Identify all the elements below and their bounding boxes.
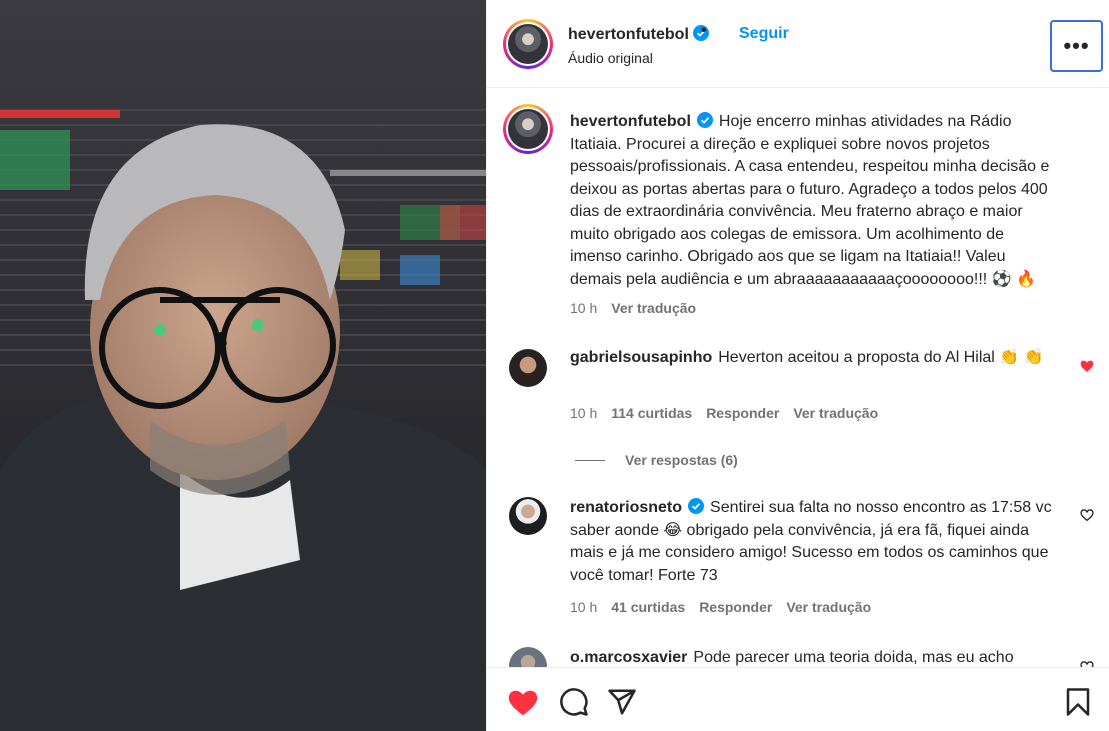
- replies-divider: [575, 459, 605, 461]
- comment-reply-link[interactable]: Responder: [699, 599, 772, 615]
- caption-text: Hoje encerro minhas atividades na Rádio …: [570, 113, 1050, 288]
- post-viewer: hevertonfutebol • Seguir Áudio original …: [0, 0, 1109, 731]
- post-details-panel: hevertonfutebol • Seguir Áudio original …: [486, 0, 1109, 731]
- comment-username[interactable]: gabrielsousapinho: [570, 349, 712, 366]
- comment-translate-link[interactable]: Ver tradução: [786, 599, 871, 615]
- view-replies-label[interactable]: Ver respostas (6): [625, 452, 738, 468]
- comment-username[interactable]: o.marcosxavier: [570, 649, 687, 666]
- comment-like-heart-icon[interactable]: [1079, 358, 1095, 374]
- comment-likes-count[interactable]: 114 curtidas: [611, 405, 692, 421]
- comment-like-heart-icon[interactable]: [1079, 659, 1095, 667]
- comment-meta: 10 h 114 curtidas Responder Ver tradução: [570, 405, 878, 421]
- verified-badge-icon: [696, 112, 713, 128]
- comment-text: Heverton aceitou a proposta do Al Hilal …: [718, 349, 1044, 366]
- bookmark-icon[interactable]: [1065, 687, 1091, 717]
- comment-text: Pode parecer uma teoria doida, mas eu ac…: [693, 649, 1014, 666]
- follow-button[interactable]: Seguir: [739, 25, 789, 43]
- caption-translate-link[interactable]: Ver tradução: [611, 300, 696, 316]
- more-options-button[interactable]: •••: [1050, 20, 1103, 72]
- comment-time[interactable]: 10 h: [570, 599, 597, 615]
- comment-like-heart-icon[interactable]: [1079, 507, 1095, 523]
- view-replies-button[interactable]: Ver respostas (6): [575, 452, 738, 468]
- comment-icon[interactable]: [559, 687, 589, 717]
- commenter-avatar[interactable]: [509, 497, 547, 535]
- reel-video[interactable]: [0, 0, 486, 731]
- author-avatar[interactable]: [503, 19, 553, 69]
- action-bar: [487, 667, 1109, 731]
- caption-meta: 10 h Ver tradução: [570, 300, 696, 316]
- comment-time[interactable]: 10 h: [570, 405, 597, 421]
- separator-dot: •: [701, 22, 707, 39]
- share-icon[interactable]: [607, 687, 637, 717]
- comment-meta: 10 h 41 curtidas Responder Ver tradução: [570, 599, 871, 615]
- caption-avatar[interactable]: [503, 104, 553, 154]
- comment-text-block: gabrielsousapinho Heverton aceitou a prop…: [570, 347, 1070, 370]
- caption-username[interactable]: hevertonfutebol: [570, 113, 691, 130]
- post-header: hevertonfutebol • Seguir Áudio original …: [487, 0, 1109, 88]
- video-frame: [0, 0, 486, 731]
- author-username[interactable]: hevertonfutebol: [568, 25, 709, 44]
- heart-filled-icon[interactable]: [507, 687, 539, 717]
- comment-text-block: o.marcosxavier Pode parecer uma teoria do…: [570, 647, 1070, 667]
- comment-likes-count[interactable]: 41 curtidas: [611, 599, 685, 615]
- comments-list[interactable]: hevertonfutebol Hoje encerro minhas ativi…: [487, 89, 1109, 667]
- caption-time[interactable]: 10 h: [570, 300, 597, 316]
- caption-text-block: hevertonfutebol Hoje encerro minhas ativi…: [570, 111, 1050, 291]
- comment-translate-link[interactable]: Ver tradução: [793, 405, 878, 421]
- comment-username[interactable]: renatoriosneto: [570, 499, 682, 516]
- comment-reply-link[interactable]: Responder: [706, 405, 779, 421]
- verified-badge-icon: [688, 498, 705, 514]
- commenter-avatar[interactable]: [509, 647, 547, 667]
- original-audio-link[interactable]: Áudio original: [568, 50, 653, 66]
- commenter-avatar[interactable]: [509, 349, 547, 387]
- comment-text-block: renatoriosneto Sentirei sua falta no noss…: [570, 497, 1060, 587]
